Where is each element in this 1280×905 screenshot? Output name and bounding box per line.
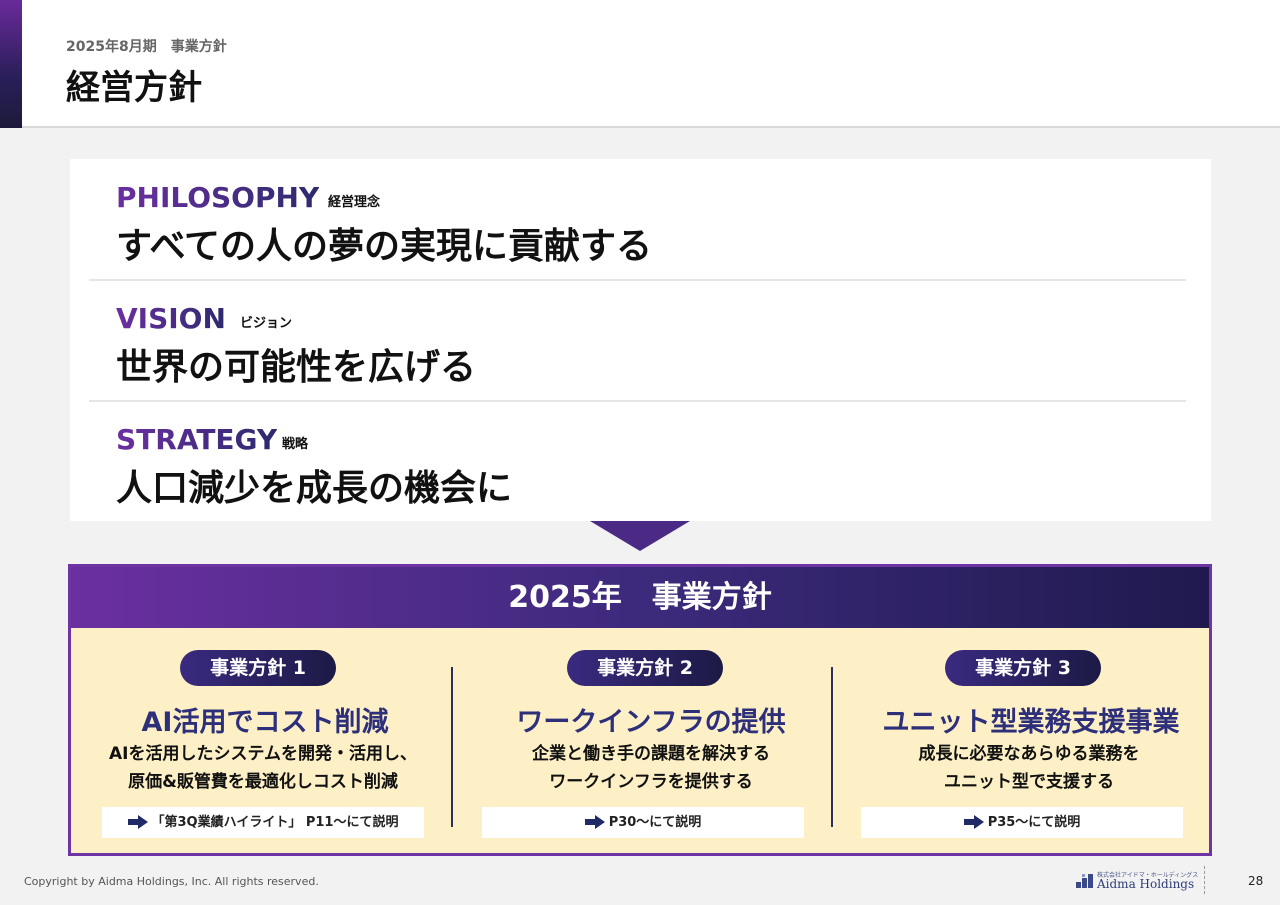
policy-desc-2-line2: ワークインフラを提供する xyxy=(549,772,753,792)
business-policy-box: 2025年 事業方針 事業方針 1 AI活用でコスト削減 AIを活用したシステム… xyxy=(68,564,1212,856)
policy-ref-3-text: P35～にて説明 xyxy=(987,815,1081,830)
policy-ref-2-text: P30～にて説明 xyxy=(608,815,702,830)
philosophy-section: PHILOSOPHY 経営理念 すべての人の夢の実現に貢献する xyxy=(70,159,1211,279)
policy-ref-2[interactable]: P30～にて説明 xyxy=(482,807,804,838)
vision-keyword: VISION xyxy=(116,302,226,335)
footer-separator xyxy=(1204,866,1205,894)
business-policy-heading: 2025年 事業方針 xyxy=(71,567,1209,628)
policy-title-1: AI活用でコスト削減 xyxy=(141,707,389,738)
arrow-right-icon xyxy=(584,814,605,829)
policy-desc-1: AIを活用したシステムを開発・活用し、 原価&販管費を最適化しコスト削減 xyxy=(73,740,453,796)
policy-desc-3-line1: 成長に必要なあらゆる業務を xyxy=(918,744,1140,764)
policy-ref-1-text: 「第3Q業績ハイライト」 P11～にて説明 xyxy=(151,815,399,830)
policy-column-2: 事業方針 2 ワークインフラの提供 企業と働き手の課題を解決する ワークインフラ… xyxy=(451,628,831,853)
logo-blocks-icon xyxy=(1076,874,1093,888)
page-number: 28 xyxy=(1248,874,1264,888)
copyright-text: Copyright by Aidma Holdings, Inc. All ri… xyxy=(24,875,319,888)
policy-ref-3[interactable]: P35～にて説明 xyxy=(861,807,1183,838)
management-policy-panel: PHILOSOPHY 経営理念 すべての人の夢の実現に貢献する VISION ビ… xyxy=(70,159,1211,521)
policy-pill-1: 事業方針 1 xyxy=(180,650,336,686)
slide-header: 2025年8月期 事業方針 経営方針 xyxy=(0,0,1280,128)
down-arrow-icon xyxy=(590,521,690,551)
policy-ref-1[interactable]: 「第3Q業績ハイライト」 P11～にて説明 xyxy=(102,807,424,838)
header-subtitle: 2025年8月期 事業方針 xyxy=(66,39,227,55)
arrow-right-icon xyxy=(127,814,148,829)
policy-column-3: 事業方針 3 ユニット型業務支援事業 成長に必要なあらゆる業務を ユニット型で支… xyxy=(831,628,1211,853)
policy-desc-2-line1: 企業と働き手の課題を解決する xyxy=(532,744,770,764)
philosophy-statement: すべての人の夢の実現に貢献する xyxy=(116,226,653,267)
strategy-statement: 人口減少を成長の機会に xyxy=(116,468,513,509)
policy-pill-2: 事業方針 2 xyxy=(567,650,723,686)
policy-desc-1-line1: AIを活用したシステムを開発・活用し、 xyxy=(109,744,417,764)
policy-desc-1-line2: 原価&販管費を最適化しコスト削減 xyxy=(128,772,398,792)
policy-title-2: ワークインフラの提供 xyxy=(516,707,786,738)
vision-keyword-jp: ビジョン xyxy=(240,316,293,331)
header-accent-bar xyxy=(0,0,22,128)
policy-desc-3: 成長に必要なあらゆる業務を ユニット型で支援する xyxy=(839,740,1219,796)
philosophy-keyword-jp: 経営理念 xyxy=(328,195,381,210)
strategy-keyword-jp: 戦略 xyxy=(282,437,309,452)
strategy-section: STRATEGY 戦略 人口減少を成長の機会に xyxy=(70,401,1211,521)
page-title: 経営方針 xyxy=(66,68,202,108)
vision-section: VISION ビジョン 世界の可能性を広げる xyxy=(70,280,1211,400)
philosophy-keyword: PHILOSOPHY xyxy=(116,181,320,214)
policy-desc-3-line2: ユニット型で支援する xyxy=(944,772,1114,792)
policy-title-3: ユニット型業務支援事業 xyxy=(882,707,1180,738)
company-logo: 株式会社アイドマ・ホールディングス Aidma Holdings xyxy=(1076,868,1198,894)
policy-pill-3: 事業方針 3 xyxy=(945,650,1101,686)
policy-desc-2: 企業と働き手の課題を解決する ワークインフラを提供する xyxy=(461,740,841,796)
logo-company-name: Aidma Holdings xyxy=(1097,877,1195,891)
vision-statement: 世界の可能性を広げる xyxy=(116,347,477,388)
policy-column-1: 事業方針 1 AI活用でコスト削減 AIを活用したシステムを開発・活用し、 原価… xyxy=(71,628,451,853)
arrow-right-icon xyxy=(963,814,984,829)
strategy-keyword: STRATEGY xyxy=(116,423,278,456)
